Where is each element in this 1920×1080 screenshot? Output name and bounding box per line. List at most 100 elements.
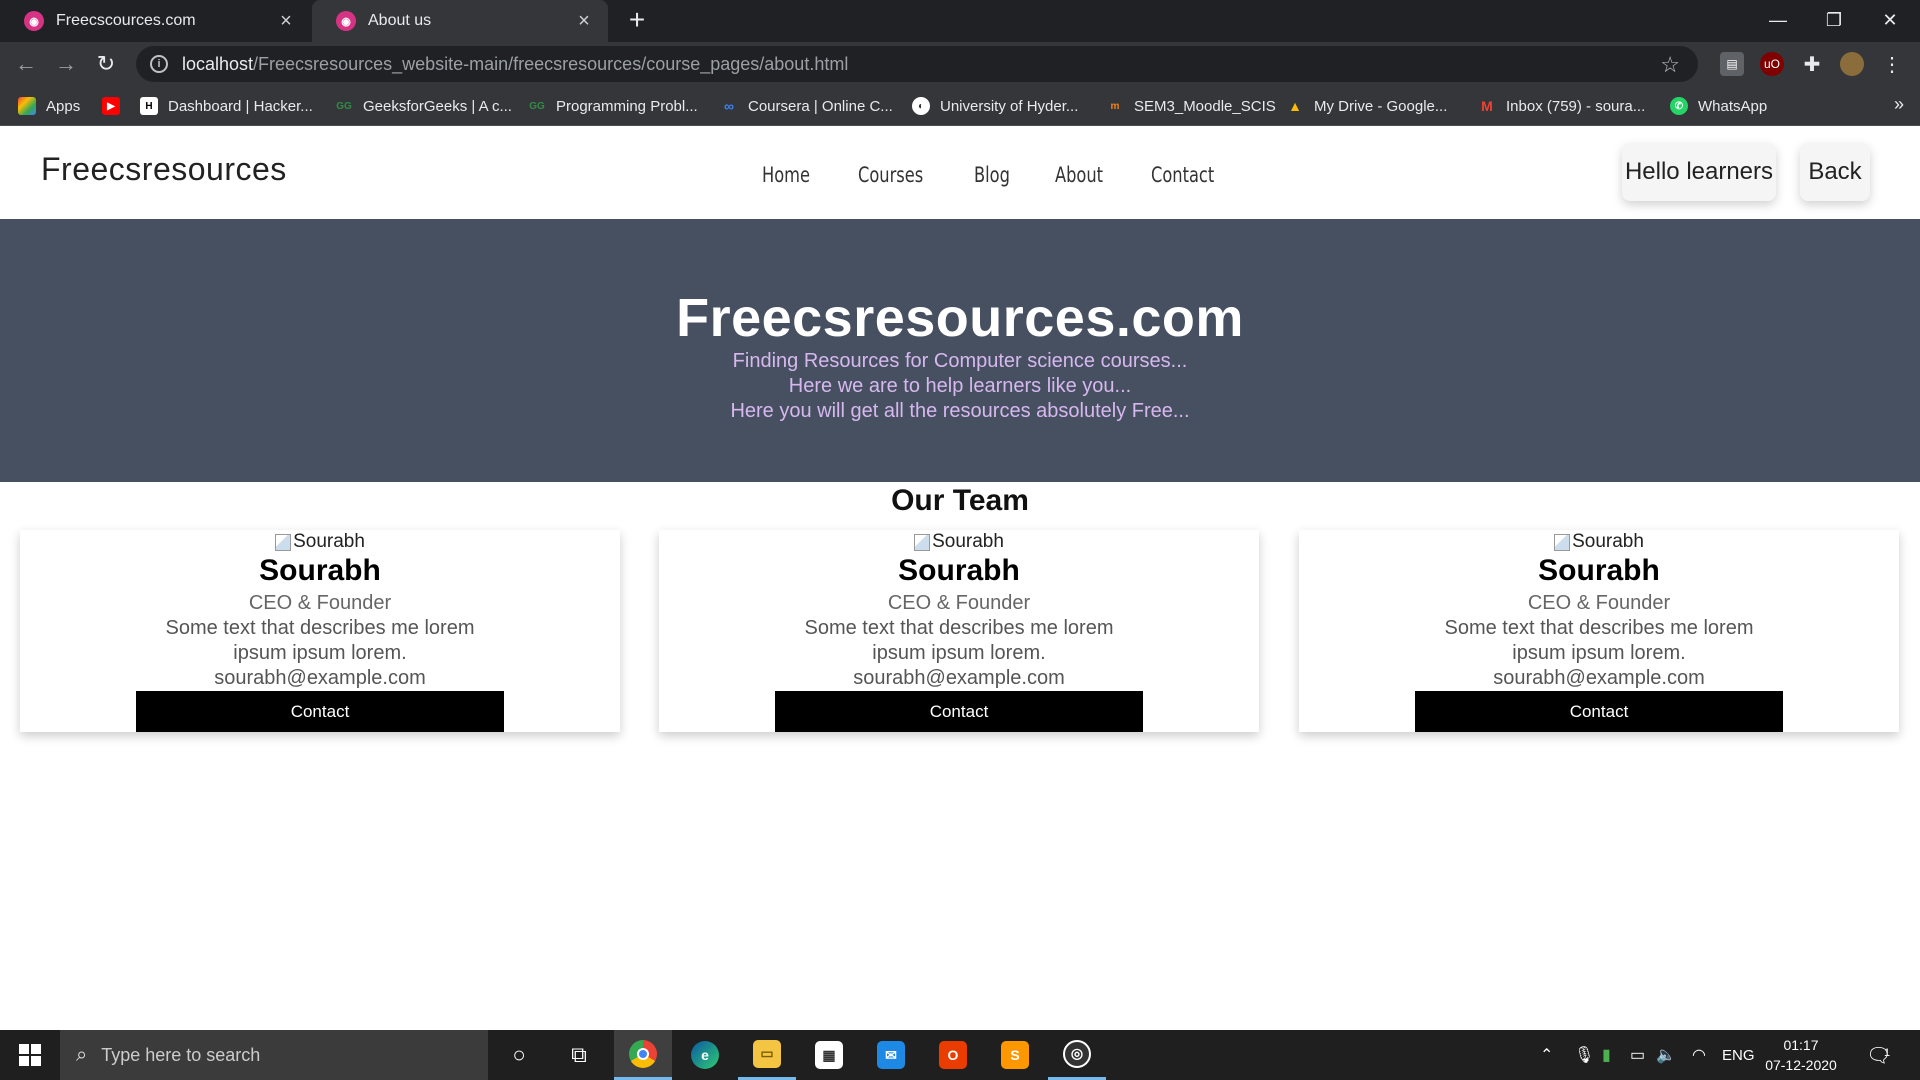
menu-kebab-icon[interactable]: ⋮ (1880, 52, 1904, 76)
search-placeholder: Type here to search (101, 1044, 261, 1065)
browser-tab-freecscources[interactable]: ◉ Freecscources.com × (0, 0, 310, 42)
hello-learners-button[interactable]: Hello learners (1622, 143, 1776, 201)
bookmark-programming-problems[interactable]: GG Programming Probl... (528, 86, 698, 126)
address-bar[interactable]: i localhost/Freecsresources_website-main… (136, 46, 1698, 82)
obs-icon[interactable]: ◎ (1048, 1030, 1106, 1080)
bookmark-youtube[interactable]: ▶ (102, 86, 130, 126)
hackerrank-icon: H (140, 97, 158, 115)
hero-banner: Freecsresources.com Finding Resources fo… (0, 219, 1920, 482)
google-drive-icon: ▲ (1288, 98, 1302, 114)
wifi-icon[interactable]: ◠ (1692, 1030, 1706, 1080)
photo-alt-text: Sourabh (932, 531, 1004, 552)
cortana-icon[interactable]: ○ (490, 1030, 548, 1080)
site-favicon-icon: ◉ (24, 11, 44, 31)
geeksforgeeks-icon: GG (336, 100, 352, 112)
bookmark-label: My Drive - Google... (1314, 97, 1448, 115)
close-tab-icon[interactable]: × (276, 10, 296, 33)
puzzle-extensions-icon[interactable]: ✚ (1800, 52, 1824, 76)
search-icon: ⌕ (76, 1043, 88, 1066)
apps-grid-icon (18, 97, 36, 115)
team-card: Sourabh Sourabh CEO & Founder Some text … (1299, 530, 1899, 732)
store-icon[interactable]: ▦ (800, 1030, 858, 1080)
bookmark-label: GeeksforGeeks | A c... (363, 97, 512, 115)
globe-icon: ◐ (912, 97, 930, 115)
bookmark-label: Programming Probl... (556, 97, 698, 115)
bookmark-star-icon[interactable]: ☆ (1660, 52, 1680, 78)
member-name: Sourabh (1538, 554, 1660, 587)
minimize-icon[interactable]: — (1750, 0, 1806, 40)
nav-link-home[interactable]: Home (762, 163, 810, 187)
back-button[interactable]: Back (1800, 143, 1870, 201)
tab-title: About us (368, 12, 432, 29)
file-explorer-icon[interactable]: ▭ (738, 1030, 796, 1080)
team-card: Sourabh Sourabh CEO & Founder Some text … (659, 530, 1259, 732)
member-description: Some text that describes me lorem ipsum … (1444, 617, 1754, 664)
bookmark-coursera[interactable]: ∞ Coursera | Online C... (720, 86, 893, 126)
member-name: Sourabh (259, 554, 381, 587)
language-indicator[interactable]: ENG (1722, 1030, 1755, 1080)
office-icon[interactable]: O (924, 1030, 982, 1080)
team-heading: Our Team (891, 484, 1029, 517)
bookmark-label: Coursera | Online C... (748, 97, 893, 115)
extension-icon[interactable]: ▤ (1720, 52, 1744, 76)
bookmark-apps[interactable]: Apps (18, 86, 80, 126)
tray-chevron-icon[interactable]: ⌃ (1540, 1030, 1553, 1080)
system-clock[interactable]: 01:17 07-12-2020 (1756, 1035, 1846, 1075)
member-name: Sourabh (898, 554, 1020, 587)
taskbar-search[interactable]: ⌕ Type here to search (60, 1030, 488, 1080)
broken-image-icon (914, 533, 931, 551)
member-description: Some text that describes me lorem ipsum … (165, 617, 475, 664)
battery-meter-icon[interactable]: ▮ (1602, 1030, 1611, 1080)
member-photo: Sourabh (20, 530, 620, 554)
nav-link-blog[interactable]: Blog (974, 163, 1010, 187)
microphone-icon[interactable]: 🎙 (1574, 1030, 1594, 1080)
member-photo: Sourabh (659, 530, 1259, 554)
bookmark-whatsapp[interactable]: ✆ WhatsApp (1670, 86, 1767, 126)
hero-line: Finding Resources for Computer science c… (732, 350, 1188, 372)
battery-icon[interactable]: ▭ (1630, 1030, 1645, 1080)
chrome-taskbar-icon[interactable] (614, 1030, 672, 1080)
volume-icon[interactable]: 🔈 (1656, 1030, 1676, 1080)
mail-icon[interactable]: ✉ (862, 1030, 920, 1080)
bookmarks-overflow-icon[interactable]: » (1894, 94, 1904, 115)
gmail-icon: M (1481, 98, 1493, 114)
windows-logo-icon (19, 1044, 41, 1066)
contact-button[interactable]: Contact (136, 691, 504, 732)
member-role: CEO & Founder (248, 592, 392, 614)
new-tab-button[interactable]: + (622, 6, 652, 36)
contact-button[interactable]: Contact (1415, 691, 1783, 732)
profile-avatar[interactable] (1840, 52, 1864, 76)
restore-icon[interactable]: ❐ (1806, 0, 1862, 40)
member-role: CEO & Founder (1527, 592, 1671, 614)
bookmark-hackerrank[interactable]: H Dashboard | Hacker... (140, 86, 313, 126)
ublock-origin-icon[interactable]: uO (1760, 52, 1784, 76)
edge-icon[interactable]: e (676, 1030, 734, 1080)
hero-title: Freecsresources.com (676, 288, 1244, 348)
bookmark-google-drive[interactable]: ▲ My Drive - Google... (1286, 86, 1447, 126)
nav-link-courses[interactable]: Courses (858, 163, 923, 187)
nav-link-contact[interactable]: Contact (1151, 163, 1214, 187)
nav-link-about[interactable]: About (1055, 163, 1103, 187)
bookmark-label: SEM3_Moodle_SCIS (1134, 97, 1276, 115)
bookmarks-bar: Apps ▶ H Dashboard | Hacker... GG Geeksf… (0, 86, 1920, 126)
site-info-icon[interactable]: i (150, 55, 168, 73)
browser-tab-about-us[interactable]: ◉ About us × (312, 0, 608, 42)
sublime-text-icon[interactable]: S (986, 1030, 1044, 1080)
bookmark-moodle[interactable]: m SEM3_Moodle_SCIS (1106, 86, 1276, 126)
reload-icon[interactable]: ↻ (92, 50, 120, 78)
contact-button[interactable]: Contact (775, 691, 1143, 732)
bookmark-university[interactable]: ◐ University of Hyder... (912, 86, 1078, 126)
hero-line: Here we are to help learners like you... (788, 375, 1132, 397)
task-view-icon[interactable]: ⧉ (550, 1030, 608, 1080)
site-brand[interactable]: Freecsresources (41, 151, 287, 188)
broken-image-icon (275, 533, 292, 551)
bookmark-geeksforgeeks[interactable]: GG GeeksforGeeks | A c... (335, 86, 512, 126)
close-tab-icon[interactable]: × (574, 10, 594, 33)
bookmark-gmail[interactable]: M Inbox (759) - soura... (1478, 86, 1645, 126)
site-navbar: Freecsresources Home Courses Blog About … (0, 127, 1920, 219)
browser-toolbar: ← → ↻ i localhost/Freecsresources_websit… (0, 42, 1920, 86)
start-button[interactable] (0, 1030, 60, 1080)
forward-arrow-icon[interactable]: → (52, 50, 80, 78)
back-arrow-icon[interactable]: ← (12, 50, 40, 78)
close-window-icon[interactable]: ✕ (1862, 0, 1918, 40)
